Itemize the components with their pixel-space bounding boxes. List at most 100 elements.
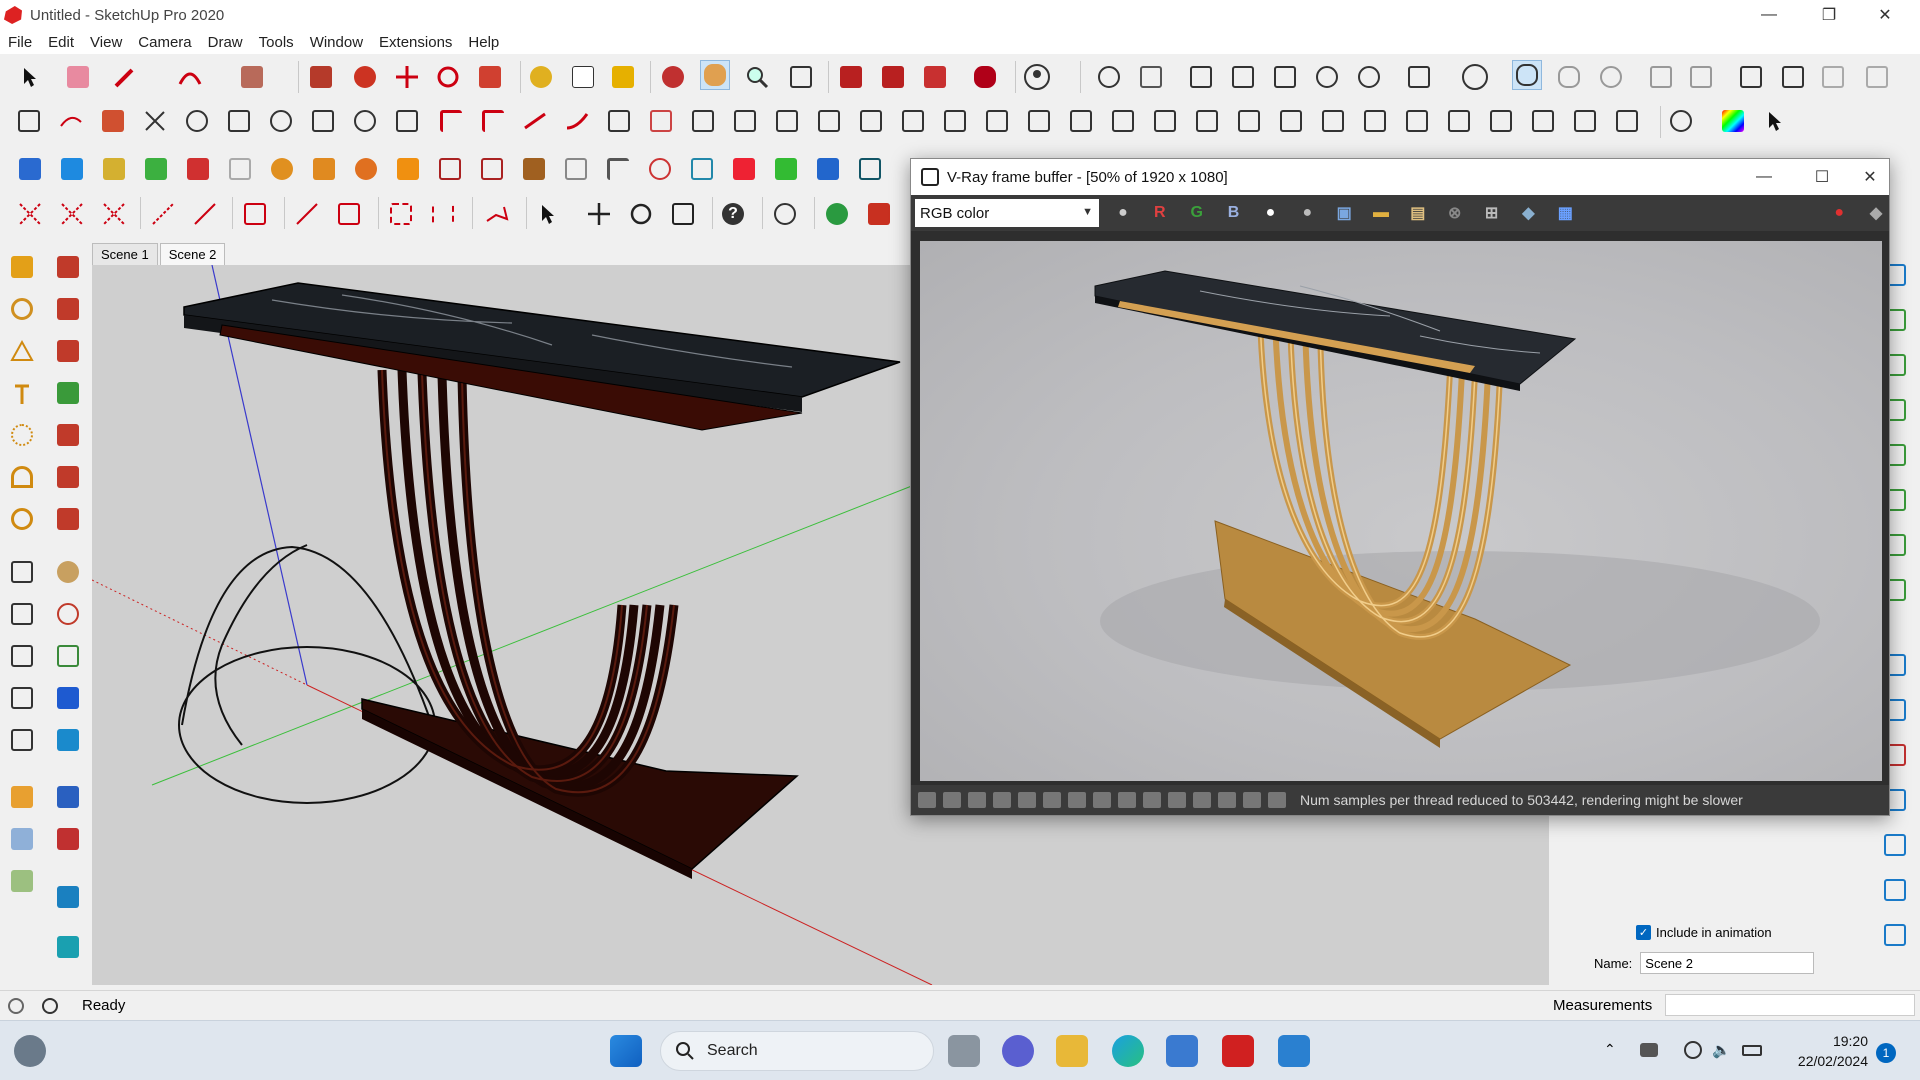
account-icon[interactable]: [1022, 62, 1052, 92]
ext-tool-31-icon[interactable]: [1276, 106, 1306, 136]
tape-measure-icon[interactable]: [526, 62, 556, 92]
status-tool-12-icon[interactable]: [1193, 792, 1211, 808]
red-plugin-icon[interactable]: [864, 199, 894, 229]
left-tool-6-icon[interactable]: [7, 462, 37, 492]
ext-tool-24-icon[interactable]: [982, 106, 1012, 136]
red-channel-button[interactable]: R: [1147, 200, 1173, 226]
ext-tool-25-icon[interactable]: [1024, 106, 1054, 136]
alpha-gray-icon[interactable]: ●: [1294, 200, 1320, 226]
plugin-2-icon[interactable]: [57, 154, 87, 184]
status-tool-5-icon[interactable]: [1018, 792, 1036, 808]
rotate-tool-icon[interactable]: [433, 62, 463, 92]
ext-tool-8-icon[interactable]: [308, 106, 338, 136]
left-tool-24-icon[interactable]: [53, 599, 83, 629]
draw-tool-1-icon[interactable]: [15, 199, 45, 229]
draw-tool-8-icon[interactable]: [334, 199, 364, 229]
plugin-5-icon[interactable]: [183, 154, 213, 184]
left-tool-30-icon[interactable]: [53, 882, 83, 912]
save-image-icon[interactable]: ▣: [1331, 200, 1357, 226]
tab-scene-2[interactable]: Scene 2: [159, 243, 226, 265]
arc-tool-icon[interactable]: [175, 62, 205, 92]
status-tool-2-icon[interactable]: [943, 792, 961, 808]
ext-tool-13-icon[interactable]: [520, 106, 550, 136]
ext-tool-38-icon[interactable]: [1570, 106, 1600, 136]
render-icon[interactable]: ◆: [1863, 200, 1889, 226]
green-channel-button[interactable]: G: [1184, 200, 1210, 226]
left-tool-25-icon[interactable]: [53, 641, 83, 671]
ext-tool-18-icon[interactable]: [730, 106, 760, 136]
vray-taskbar-icon[interactable]: [1278, 1035, 1310, 1067]
plugin-14-icon[interactable]: [561, 154, 591, 184]
status-tool-7-icon[interactable]: [1068, 792, 1086, 808]
plugin-6-icon[interactable]: [225, 154, 255, 184]
text-tool-icon[interactable]: [568, 62, 598, 92]
ext-tool-26-icon[interactable]: [1066, 106, 1096, 136]
ext-tool-12-icon[interactable]: [478, 106, 508, 136]
plugin-16-icon[interactable]: [645, 154, 675, 184]
blue-channel-button[interactable]: B: [1221, 200, 1247, 226]
plugin-18-icon[interactable]: [729, 154, 759, 184]
onedrive-icon[interactable]: [1640, 1043, 1658, 1057]
tab-scene-1[interactable]: Scene 1: [92, 243, 158, 265]
ext-tool-33-icon[interactable]: [1360, 106, 1390, 136]
ext-tool-36-icon[interactable]: [1486, 106, 1516, 136]
status-tool-6-icon[interactable]: [1043, 792, 1061, 808]
ext-tool-20-icon[interactable]: [814, 106, 844, 136]
vray-batch-icon[interactable]: [1686, 62, 1716, 92]
channel-select[interactable]: RGB color ▼: [915, 199, 1100, 227]
ext-tool-28-icon[interactable]: [1150, 106, 1180, 136]
view-iso-icon[interactable]: [1186, 62, 1216, 92]
menu-draw[interactable]: Draw: [200, 34, 251, 51]
ext-tool-37-icon[interactable]: [1528, 106, 1558, 136]
left-tool-31-icon[interactable]: [53, 932, 83, 962]
stop-render-icon[interactable]: ●: [1826, 200, 1852, 226]
ext-tool-6-icon[interactable]: [224, 106, 254, 136]
plugin-7-icon[interactable]: [267, 154, 297, 184]
ext-pointer-icon[interactable]: [1760, 106, 1790, 136]
color-channels-icon[interactable]: ●: [1110, 200, 1136, 226]
plugin-21-icon[interactable]: [855, 154, 885, 184]
select-tool-icon[interactable]: [15, 62, 45, 92]
zoom-tool-icon[interactable]: [742, 62, 772, 92]
warehouse-icon[interactable]: [836, 62, 866, 92]
plugin-13-icon[interactable]: [519, 154, 549, 184]
color-picker-icon[interactable]: [1718, 106, 1748, 136]
left-tool-19-icon[interactable]: [53, 378, 83, 408]
status-tool-4-icon[interactable]: [993, 792, 1011, 808]
status-tool-1-icon[interactable]: [918, 792, 936, 808]
green-plugin-icon[interactable]: [822, 199, 852, 229]
sphere-icon[interactable]: [770, 199, 800, 229]
draw-tool-7-icon[interactable]: [292, 199, 322, 229]
region-render-icon[interactable]: ⊞: [1479, 200, 1505, 226]
file-explorer-icon[interactable]: [1056, 1035, 1088, 1067]
left-tool-16-icon[interactable]: [53, 252, 83, 282]
view-back-icon[interactable]: [1354, 62, 1384, 92]
alpha-white-icon[interactable]: ●: [1257, 200, 1283, 226]
follow-me-tool-icon[interactable]: [350, 62, 380, 92]
left-tool-5-icon[interactable]: [7, 420, 37, 450]
instructor-icon[interactable]: [42, 998, 58, 1014]
open-folder-icon[interactable]: ▬: [1368, 200, 1394, 226]
edge-icon[interactable]: [1112, 1035, 1144, 1067]
status-tool-8-icon[interactable]: [1093, 792, 1111, 808]
status-tool-14-icon[interactable]: [1243, 792, 1261, 808]
left-tool-28-icon[interactable]: [53, 782, 83, 812]
left-tool-18-icon[interactable]: [53, 336, 83, 366]
vfb-maximize-icon[interactable]: ☐: [1799, 162, 1845, 192]
paint-bucket-icon[interactable]: [608, 62, 638, 92]
chevron-up-icon[interactable]: ⌃: [1604, 1041, 1616, 1058]
left-tool-17-icon[interactable]: [53, 294, 83, 324]
battery-icon[interactable]: [1742, 1045, 1762, 1056]
scene-name-input[interactable]: [1640, 952, 1815, 974]
weather-icon[interactable]: [14, 1035, 46, 1067]
ext-tool-40-icon[interactable]: [1666, 106, 1696, 136]
plugin-17-icon[interactable]: [687, 154, 717, 184]
ext-tool-32-icon[interactable]: [1318, 106, 1348, 136]
ext-tool-21-icon[interactable]: [856, 106, 886, 136]
draw-tool-11-icon[interactable]: [482, 199, 512, 229]
right-tool-14-icon[interactable]: [1880, 875, 1910, 905]
draw-tool-2-icon[interactable]: [57, 199, 87, 229]
ext-tool-30-icon[interactable]: [1234, 106, 1264, 136]
left-tool-4-icon[interactable]: [7, 378, 37, 408]
volume-icon[interactable]: 🔈: [1712, 1041, 1731, 1059]
